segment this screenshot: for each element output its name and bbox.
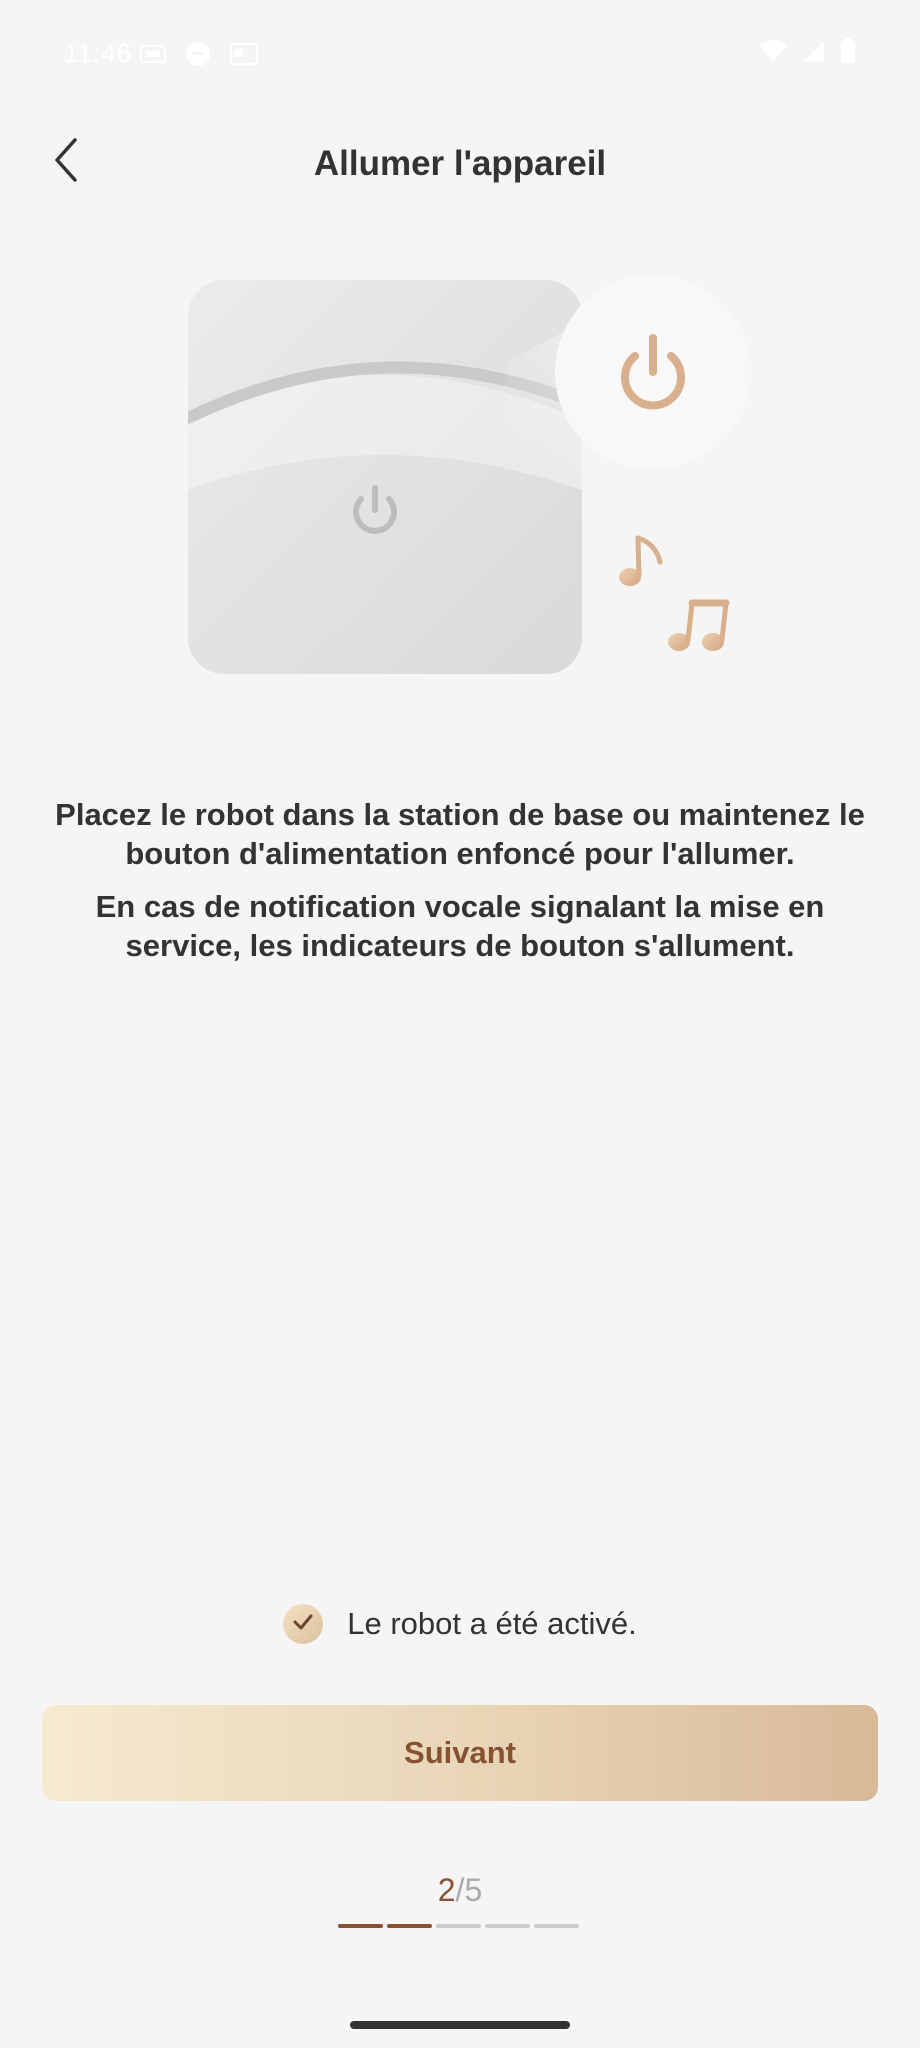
double-music-note-icon [668, 599, 730, 651]
checkmark-icon [292, 1613, 314, 1636]
status-icons-left [140, 40, 258, 73]
data-saver-icon [140, 43, 166, 70]
instruction-text-2: En cas de notification vocale signalant … [95, 889, 825, 963]
robot-activated-checkbox-row[interactable]: Le robot a été activé. [0, 1604, 920, 1644]
status-bar: 11:46 [0, 0, 920, 100]
status-time: 11:46 [64, 38, 133, 68]
step-progress-bar [338, 1924, 579, 1928]
progress-segment [534, 1924, 579, 1928]
message-icon [184, 40, 212, 73]
instruction-text-1: Placez le robot dans la station de base … [55, 797, 865, 871]
step-total: 5 [464, 1872, 483, 1908]
robot-activated-label: Le robot a été activé. [347, 1606, 637, 1641]
robot-activated-checkbox[interactable] [283, 1604, 324, 1644]
next-button-label: Suivant [404, 1735, 516, 1770]
sim-card-icon [230, 42, 258, 71]
battery-icon [840, 38, 856, 69]
music-note-icon [619, 535, 663, 586]
page-title: Allumer l'appareil [313, 144, 607, 183]
header: Allumer l'appareil [0, 120, 920, 210]
robot-illustration [180, 270, 760, 690]
progress-segment [436, 1924, 481, 1928]
progress-segment [485, 1924, 530, 1928]
next-button[interactable]: Suivant [42, 1705, 878, 1801]
step-current: 2 [437, 1872, 456, 1908]
power-highlight-icon [555, 274, 751, 470]
progress-segment [338, 1924, 383, 1928]
cellular-signal-icon [802, 39, 826, 68]
instructions: Placez le robot dans la station de base … [50, 795, 870, 979]
status-icons-right [758, 38, 856, 69]
progress-segment [387, 1924, 432, 1928]
step-counter: 2/5 [0, 1872, 920, 1909]
home-indicator[interactable] [350, 2021, 570, 2029]
wifi-icon [758, 39, 788, 68]
